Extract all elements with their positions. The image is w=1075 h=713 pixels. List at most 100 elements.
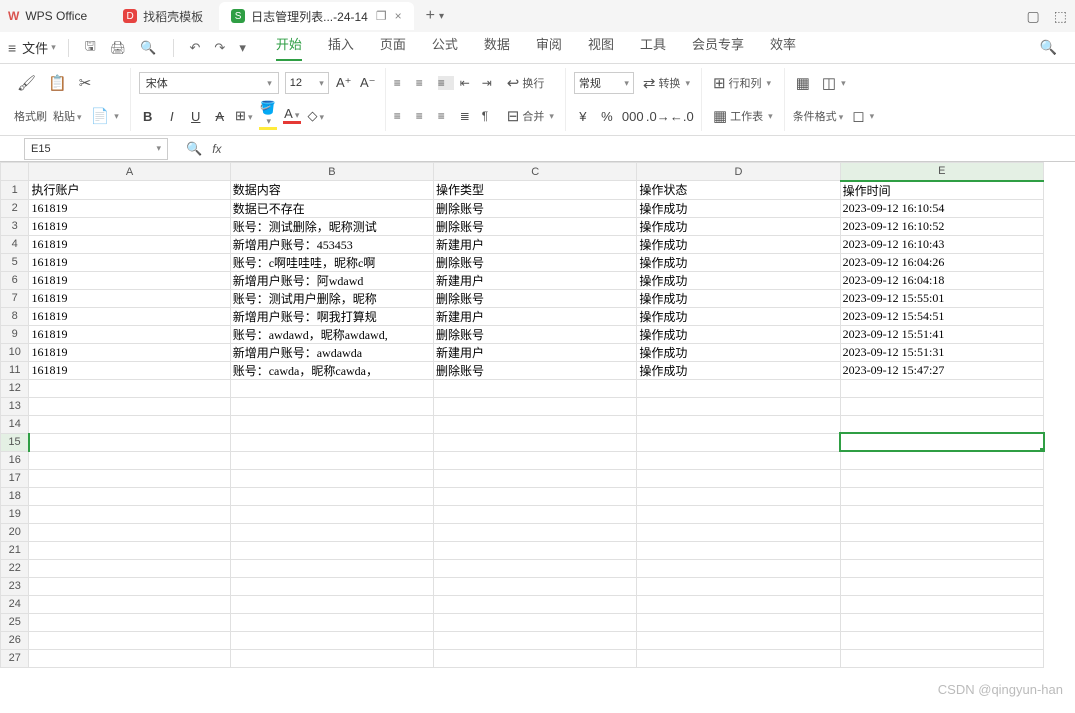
- cell[interactable]: 操作时间: [840, 181, 1043, 200]
- rowcol-button[interactable]: ⊞行和列: [710, 72, 774, 94]
- cell[interactable]: 操作成功: [637, 325, 840, 343]
- cell[interactable]: [230, 397, 433, 415]
- merge-button[interactable]: ⊟合并: [504, 105, 557, 127]
- cell[interactable]: [230, 523, 433, 541]
- cell[interactable]: [434, 559, 637, 577]
- cell[interactable]: 161819: [29, 271, 230, 289]
- cell[interactable]: [840, 451, 1043, 469]
- cell[interactable]: [230, 631, 433, 649]
- hamburger-icon[interactable]: ≡: [8, 40, 16, 56]
- row-header[interactable]: 1: [1, 181, 29, 200]
- cell[interactable]: 操作成功: [637, 253, 840, 271]
- bold-button[interactable]: B: [139, 109, 157, 124]
- cell[interactable]: [230, 505, 433, 523]
- cell[interactable]: 操作成功: [637, 361, 840, 379]
- preview-icon[interactable]: 🔍: [136, 40, 160, 56]
- cell[interactable]: 账号：c啊哇哇哇，昵称c啊: [230, 253, 433, 271]
- clipboard-icon[interactable]: 📄: [88, 105, 122, 127]
- cell[interactable]: [230, 469, 433, 487]
- cell[interactable]: 账号：cawda，昵称cawda，: [230, 361, 433, 379]
- cell[interactable]: [637, 451, 840, 469]
- cell[interactable]: 161819: [29, 253, 230, 271]
- cell[interactable]: [434, 397, 637, 415]
- cell[interactable]: [29, 613, 230, 631]
- cell[interactable]: [637, 577, 840, 595]
- font-color-button[interactable]: A: [283, 108, 301, 124]
- row-header[interactable]: 20: [1, 523, 29, 541]
- cell[interactable]: [434, 415, 637, 433]
- cell[interactable]: [230, 649, 433, 667]
- cell[interactable]: [29, 451, 230, 469]
- cell[interactable]: 操作类型: [434, 181, 637, 200]
- cell[interactable]: [29, 433, 230, 451]
- format-dropdown-icon[interactable]: ◻: [849, 105, 877, 127]
- cell[interactable]: 账号：awdawd，昵称awdawd,: [230, 325, 433, 343]
- cell[interactable]: 操作成功: [637, 199, 840, 217]
- cell[interactable]: 操作成功: [637, 217, 840, 235]
- number-format-select[interactable]: 常规▾: [574, 72, 634, 94]
- cell[interactable]: 2023-09-12 16:04:26: [840, 253, 1043, 271]
- cell[interactable]: 删除账号: [434, 199, 637, 217]
- align-middle-icon[interactable]: ≡: [416, 76, 432, 90]
- cell[interactable]: [434, 523, 637, 541]
- cell[interactable]: [840, 649, 1043, 667]
- cell[interactable]: [29, 541, 230, 559]
- menu-tools[interactable]: 工具: [640, 34, 666, 61]
- row-header[interactable]: 22: [1, 559, 29, 577]
- col-header-A[interactable]: A: [29, 163, 230, 181]
- menu-page[interactable]: 页面: [380, 34, 406, 61]
- row-header[interactable]: 21: [1, 541, 29, 559]
- cell[interactable]: [637, 397, 840, 415]
- spreadsheet-grid[interactable]: A B C D E 1执行账户数据内容操作类型操作状态操作时间2161819数据…: [0, 162, 1075, 682]
- row-header[interactable]: 5: [1, 253, 29, 271]
- row-header[interactable]: 7: [1, 289, 29, 307]
- cell[interactable]: 新建用户: [434, 307, 637, 325]
- cell[interactable]: [230, 379, 433, 397]
- cell[interactable]: [29, 577, 230, 595]
- row-header[interactable]: 12: [1, 379, 29, 397]
- row-header[interactable]: 17: [1, 469, 29, 487]
- chevron-down-icon[interactable]: ▾: [156, 143, 161, 154]
- cell[interactable]: [637, 505, 840, 523]
- cell[interactable]: 新增用户账号：453453: [230, 235, 433, 253]
- cell[interactable]: [637, 559, 840, 577]
- percent-icon[interactable]: %: [598, 109, 616, 124]
- cell[interactable]: 2023-09-12 16:04:18: [840, 271, 1043, 289]
- cell[interactable]: 删除账号: [434, 253, 637, 271]
- cell[interactable]: [434, 631, 637, 649]
- col-header-D[interactable]: D: [637, 163, 840, 181]
- cell[interactable]: 新建用户: [434, 235, 637, 253]
- format-painter-label[interactable]: 格式刷: [14, 108, 47, 124]
- menu-view[interactable]: 视图: [588, 34, 614, 61]
- cell[interactable]: [434, 487, 637, 505]
- more-undo-icon[interactable]: ▾: [235, 40, 250, 56]
- cell[interactable]: [434, 577, 637, 595]
- cell[interactable]: [840, 379, 1043, 397]
- cell[interactable]: [230, 559, 433, 577]
- cell[interactable]: [29, 631, 230, 649]
- cell[interactable]: 161819: [29, 235, 230, 253]
- cell[interactable]: 操作成功: [637, 271, 840, 289]
- col-header-B[interactable]: B: [230, 163, 433, 181]
- cell[interactable]: [434, 379, 637, 397]
- wrap-button[interactable]: ↩换行: [504, 72, 548, 94]
- cell[interactable]: 删除账号: [434, 325, 637, 343]
- cell[interactable]: [840, 469, 1043, 487]
- row-header[interactable]: 15: [1, 433, 29, 451]
- cell[interactable]: 161819: [29, 217, 230, 235]
- cell[interactable]: [840, 541, 1043, 559]
- row-header[interactable]: 14: [1, 415, 29, 433]
- cube-icon[interactable]: ⬚: [1054, 8, 1067, 25]
- dec-dec-icon[interactable]: ←.0: [670, 109, 688, 124]
- align-center-icon[interactable]: ≡: [416, 109, 432, 123]
- cell[interactable]: [434, 451, 637, 469]
- cell[interactable]: 删除账号: [434, 361, 637, 379]
- window-icon[interactable]: ❐: [376, 9, 387, 23]
- cell[interactable]: [637, 523, 840, 541]
- underline-button[interactable]: U: [187, 109, 205, 124]
- cell[interactable]: [29, 487, 230, 505]
- currency-icon[interactable]: ¥: [574, 109, 592, 124]
- row-header[interactable]: 23: [1, 577, 29, 595]
- cell[interactable]: 新增用户账号：awdawda: [230, 343, 433, 361]
- menu-vip[interactable]: 会员专享: [692, 34, 744, 61]
